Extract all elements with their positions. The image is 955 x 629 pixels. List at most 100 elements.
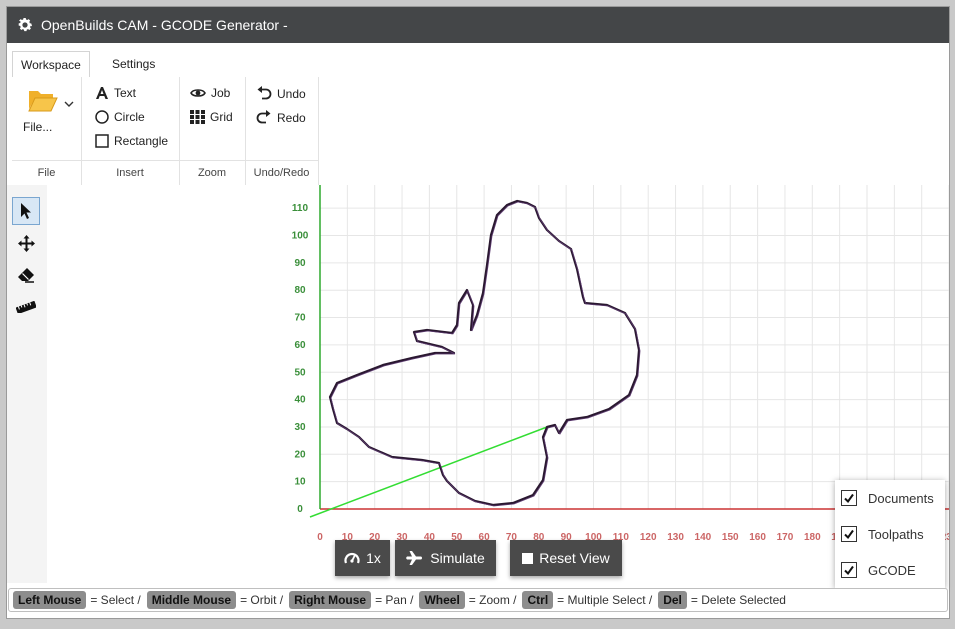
y-tick-label: 20 (294, 449, 306, 460)
layer-toggle-toolpaths[interactable]: Toolpaths (841, 526, 924, 542)
status-right-mouse-action: = Pan / (375, 593, 414, 607)
x-tick-label: 140 (695, 532, 712, 543)
check-icon (844, 529, 854, 540)
app-window: OpenBuilds CAM - GCODE Generator - Works… (6, 6, 950, 619)
viewport-canvas[interactable]: 0 10 20 30 40 50 60 70 80 90 100 110 120 130 140 150 160… (47, 185, 949, 583)
layer-label-documents: Documents (868, 490, 934, 506)
insert-circle-button[interactable]: Circle (95, 110, 145, 124)
group-label-insert: Insert (81, 160, 179, 185)
checkbox-documents[interactable] (841, 490, 857, 506)
zoom-job-button[interactable]: Job (190, 86, 230, 100)
move-icon (17, 234, 35, 252)
text-icon (96, 87, 108, 99)
status-ctrl-action: = Multiple Select / (557, 593, 653, 607)
status-del-action: = Delete Selected (690, 593, 786, 607)
ruler-tool-button[interactable] (12, 293, 40, 321)
circle-icon (95, 110, 109, 124)
y-tick-label: 50 (294, 367, 306, 378)
status-middle-mouse-action: = Orbit / (240, 593, 284, 607)
x-tick-label: 130 (667, 532, 684, 543)
y-tick-label: 110 (292, 203, 309, 214)
ribbon-group-undo-redo: Undo Redo Undo/Redo (245, 77, 319, 185)
redo-icon (256, 110, 271, 124)
layer-toggle-documents[interactable]: Documents (841, 490, 934, 506)
x-tick-label: 180 (804, 532, 821, 543)
tab-settings[interactable]: Settings (104, 51, 163, 77)
y-tick-label: 80 (294, 285, 306, 296)
layer-label-gcode: GCODE (868, 562, 916, 578)
checkbox-toolpaths[interactable] (841, 526, 857, 542)
undo-label: Undo (277, 86, 306, 101)
rectangle-icon (95, 134, 109, 148)
check-icon (844, 565, 854, 576)
check-icon (844, 493, 854, 504)
kbd-ctrl: Ctrl (522, 591, 554, 609)
kbd-right-mouse: Right Mouse (289, 591, 372, 609)
y-tick-label: 120 (292, 185, 309, 187)
eye-icon (190, 89, 206, 97)
insert-rectangle-button[interactable]: Rectangle (95, 134, 168, 148)
x-tick-label: 170 (777, 532, 794, 543)
stop-square-icon (522, 552, 534, 564)
ruler-icon (16, 301, 36, 313)
undo-button[interactable]: Undo (256, 86, 306, 101)
zoom-grid-button[interactable]: Grid (190, 110, 233, 124)
layer-toggle-gcode[interactable]: GCODE (841, 562, 916, 578)
checkbox-gcode[interactable] (841, 562, 857, 578)
layer-label-toolpaths: Toolpaths (868, 526, 924, 542)
select-tool-button[interactable] (12, 197, 40, 225)
status-bar: Left Mouse = Select / Middle Mouse = Orb… (8, 588, 948, 612)
ribbon-group-zoom: Job Grid Zoom (179, 77, 246, 185)
zoom-job-label: Job (211, 86, 231, 100)
folder-open-icon (28, 91, 58, 112)
reset-view-button[interactable]: Reset View (510, 540, 622, 576)
3d-viewport[interactable]: 0 10 20 30 40 50 60 70 80 90 100 110 120 130 140 150 160… (47, 185, 949, 583)
file-button[interactable]: File... (23, 87, 79, 134)
file-button-label: File... (23, 120, 53, 134)
x-tick-label: 0 (317, 532, 323, 543)
undo-icon (257, 86, 272, 100)
chevron-down-icon (64, 101, 74, 107)
gear-icon (18, 17, 33, 32)
group-label-zoom: Zoom (179, 160, 245, 185)
group-label-file: File (12, 160, 81, 185)
layer-visibility-panel: Documents Toolpaths GCODE (835, 480, 945, 588)
eraser-tool-button[interactable] (12, 261, 40, 289)
simulate-label: Simulate (430, 550, 485, 566)
y-tick-label: 90 (294, 258, 306, 269)
x-tick-label: 160 (749, 532, 766, 543)
x-tick-label: 120 (640, 532, 657, 543)
eraser-icon (18, 268, 34, 283)
kbd-del: Del (658, 591, 687, 609)
status-left-mouse-action: = Select / (90, 593, 141, 607)
insert-rectangle-label: Rectangle (114, 134, 169, 148)
y-tick-label: 40 (294, 395, 306, 406)
zoom-grid-label: Grid (210, 110, 233, 124)
ribbon-toolbar: File... File Text Circle Rectangle Inser… (7, 77, 949, 185)
ribbon-group-file: File... File (12, 77, 82, 185)
speedometer-icon (344, 552, 360, 564)
pointer-icon (21, 203, 31, 219)
sim-speed-button[interactable]: 1x (335, 540, 390, 576)
y-tick-label: 0 (297, 504, 303, 515)
y-tick-label: 70 (294, 313, 306, 324)
simulate-button[interactable]: Simulate (395, 540, 496, 576)
group-label-undo-redo: Undo/Redo (245, 160, 318, 185)
y-tick-label: 100 (292, 231, 309, 242)
y-tick-label: 10 (294, 477, 306, 488)
ribbon-tabs: Workspace Settings (7, 43, 949, 79)
tool-strip (7, 185, 48, 583)
reset-view-label: Reset View (539, 550, 610, 566)
tab-workspace[interactable]: Workspace (12, 51, 90, 79)
plane-icon (406, 551, 423, 565)
redo-button[interactable]: Redo (256, 110, 306, 125)
grid-icon (190, 110, 205, 124)
kbd-wheel: Wheel (419, 591, 465, 609)
move-tool-button[interactable] (12, 229, 40, 257)
insert-circle-label: Circle (114, 110, 145, 124)
kbd-middle-mouse: Middle Mouse (146, 591, 237, 609)
redo-label: Redo (277, 110, 306, 125)
insert-text-button[interactable]: Text (95, 86, 136, 100)
y-tick-label: 60 (294, 340, 306, 351)
window-title: OpenBuilds CAM - GCODE Generator - (41, 17, 288, 33)
